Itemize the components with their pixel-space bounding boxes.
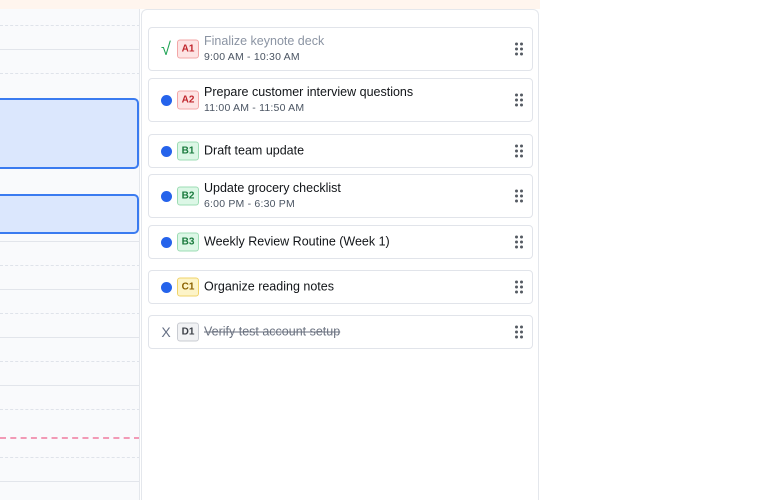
- hour-line: [0, 265, 139, 266]
- check-icon[interactable]: √: [159, 40, 173, 58]
- task-title: Update grocery checklist: [204, 181, 341, 195]
- task-text: Verify test account setup: [204, 325, 340, 340]
- drag-handle-icon[interactable]: [515, 235, 523, 249]
- task-time: 6:00 PM - 6:30 PM: [204, 198, 295, 210]
- task-text: Draft team update: [204, 144, 304, 159]
- priority-badge: A2: [177, 90, 199, 110]
- priority-badge: B1: [177, 141, 199, 161]
- task-title: Draft team update: [204, 143, 305, 158]
- priority-badge: B2: [177, 186, 199, 206]
- hour-line: [0, 49, 139, 50]
- task-card[interactable]: C1 Organize reading notes: [148, 270, 533, 304]
- status-dot-icon[interactable]: [159, 279, 173, 295]
- task-card[interactable]: B3 Weekly Review Routine (Week 1): [148, 225, 533, 259]
- task-title: Weekly Review Routine (Week 1): [204, 234, 390, 249]
- task-card[interactable]: A2 Prepare customer interview questions …: [148, 78, 533, 122]
- hour-line: [0, 289, 139, 290]
- task-text: Prepare customer interview questions 11:…: [204, 85, 413, 115]
- cancel-x-icon[interactable]: X: [159, 324, 173, 340]
- drag-handle-icon[interactable]: [515, 325, 523, 339]
- task-text: Weekly Review Routine (Week 1): [204, 235, 390, 250]
- app-window: √ A1 Finalize keynote deck 9:00 AM - 10:…: [0, 0, 760, 500]
- current-time-line: [0, 437, 139, 439]
- hour-line: [0, 313, 139, 314]
- task-card[interactable]: X D1 Verify test account setup: [148, 315, 533, 349]
- drag-handle-icon[interactable]: [515, 93, 523, 107]
- drag-handle-icon[interactable]: [515, 42, 523, 56]
- hour-line: [0, 385, 139, 386]
- drag-handle-icon[interactable]: [515, 144, 523, 158]
- task-title: Organize reading notes: [204, 279, 334, 294]
- task-card[interactable]: √ A1 Finalize keynote deck 9:00 AM - 10:…: [148, 27, 533, 71]
- calendar-timeline[interactable]: [0, 9, 140, 500]
- calendar-event-block[interactable]: [0, 194, 139, 234]
- hour-line: [0, 361, 139, 362]
- drag-handle-icon[interactable]: [515, 280, 523, 294]
- task-time: 9:00 AM - 10:30 AM: [204, 51, 300, 63]
- priority-badge: D1: [177, 322, 199, 342]
- task-list-panel: √ A1 Finalize keynote deck 9:00 AM - 10:…: [141, 9, 539, 500]
- priority-badge: A1: [177, 39, 199, 59]
- drag-handle-icon[interactable]: [515, 189, 523, 203]
- calendar-event-block[interactable]: [0, 98, 139, 169]
- hour-line: [0, 457, 139, 458]
- status-dot-icon[interactable]: [159, 92, 173, 108]
- task-text: Finalize keynote deck 9:00 AM - 10:30 AM: [204, 34, 324, 64]
- top-band: [0, 0, 540, 9]
- status-dot-icon[interactable]: [159, 143, 173, 159]
- status-dot-icon[interactable]: [159, 188, 173, 204]
- task-title: Prepare customer interview questions: [204, 85, 414, 99]
- status-dot-icon[interactable]: [159, 234, 173, 250]
- task-card[interactable]: B2 Update grocery checklist 6:00 PM - 6:…: [148, 174, 533, 218]
- hour-line: [0, 481, 139, 482]
- task-card[interactable]: B1 Draft team update: [148, 134, 533, 168]
- priority-badge: C1: [177, 277, 199, 297]
- hour-line: [0, 25, 139, 26]
- priority-badge: B3: [177, 232, 199, 252]
- task-text: Update grocery checklist 6:00 PM - 6:30 …: [204, 181, 341, 211]
- task-title: Verify test account setup: [204, 324, 341, 339]
- task-time: 11:00 AM - 11:50 AM: [204, 102, 305, 114]
- hour-line: [0, 241, 139, 242]
- task-title: Finalize keynote deck: [204, 34, 325, 48]
- hour-line: [0, 337, 139, 338]
- task-text: Organize reading notes: [204, 280, 334, 295]
- hour-line: [0, 73, 139, 74]
- hour-line: [0, 409, 139, 410]
